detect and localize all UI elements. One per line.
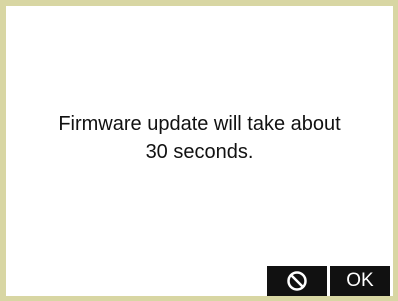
dialog-message-line-2: 30 seconds. (145, 141, 254, 163)
cancel-icon (286, 270, 308, 292)
dialog-message: Firmware update will take about 30 secon… (6, 110, 393, 166)
firmware-update-dialog: Firmware update will take about 30 secon… (6, 6, 393, 296)
dialog-message-line-1: Firmware update will take about (58, 113, 341, 135)
softkey-bar: OK (267, 266, 390, 296)
device-screen-frame: Firmware update will take about 30 secon… (0, 0, 398, 301)
ok-button-label: OK (346, 270, 374, 291)
ok-button[interactable]: OK (330, 266, 390, 296)
cancel-button[interactable] (267, 266, 327, 296)
